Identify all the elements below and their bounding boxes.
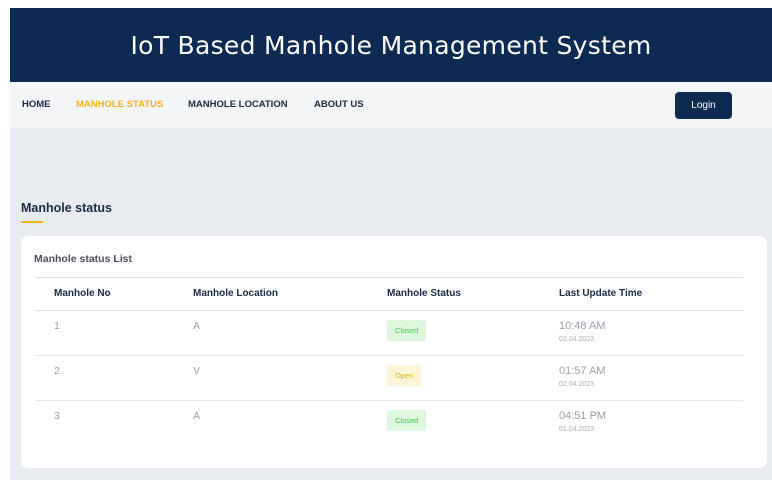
nav-manhole-status-link[interactable]: MANHOLE STATUS — [76, 99, 163, 110]
manhole-no-cell: 1 — [54, 320, 60, 332]
manhole-no-cell: 3 — [54, 410, 60, 422]
last-update-cell: 10:48 AM 02.04.2023 — [559, 320, 605, 343]
section-heading: Manhole status — [21, 201, 112, 215]
column-header-manhole-status: Manhole Status — [387, 288, 461, 299]
app-title: IoT Based Manhole Management System — [130, 30, 652, 60]
column-header-manhole-location: Manhole Location — [193, 288, 278, 299]
navbar: HOME MANHOLE STATUS MANHOLE LOCATION ABO… — [10, 82, 772, 128]
nav-home-link[interactable]: HOME — [22, 99, 51, 110]
table-row: 1 A Closed 10:48 AM 02.04.2023 — [35, 311, 743, 356]
manhole-location-cell: A — [193, 320, 201, 332]
manhole-location-cell: A — [193, 410, 201, 422]
manhole-location-cell: V — [193, 365, 201, 377]
table-row: 3 A Closed 04:51 PM 01.04.2023 — [35, 401, 743, 445]
status-badge: Closed — [387, 320, 427, 341]
status-table: Manhole No Manhole Location Manhole Stat… — [35, 277, 743, 445]
heading-underline — [21, 221, 43, 223]
column-header-manhole-no: Manhole No — [54, 288, 111, 299]
manhole-no-cell: 2 — [54, 365, 60, 377]
update-time: 04:51 PM — [559, 410, 607, 422]
last-update-cell: 04:51 PM 01.04.2023 — [559, 410, 606, 433]
update-date: 01.04.2023 — [559, 426, 595, 433]
header-banner: IoT Based Manhole Management System — [10, 8, 772, 82]
update-time: 10:48 AM — [559, 320, 606, 332]
card-title: Manhole status List — [34, 253, 133, 265]
table-row: 2 V Open 01:57 AM 02.04.2023 — [35, 356, 743, 401]
nav-manhole-location-link[interactable]: MANHOLE LOCATION — [188, 99, 288, 110]
nav-about-us-link[interactable]: ABOUT US — [314, 99, 364, 110]
update-time: 01:57 AM — [559, 365, 606, 377]
table-header: Manhole No Manhole Location Manhole Stat… — [35, 277, 743, 311]
status-badge: Open — [387, 365, 422, 386]
update-date: 02.04.2023 — [559, 381, 595, 388]
update-date: 02.04.2023 — [559, 336, 595, 343]
login-button[interactable]: Login — [675, 92, 732, 119]
status-card: Manhole status List Manhole No Manhole L… — [21, 236, 767, 468]
column-header-last-update-time: Last Update Time — [559, 288, 643, 299]
status-badge: Closed — [387, 410, 427, 431]
app-frame: IoT Based Manhole Management System HOME… — [10, 8, 772, 480]
last-update-cell: 01:57 AM 02.04.2023 — [559, 365, 605, 388]
